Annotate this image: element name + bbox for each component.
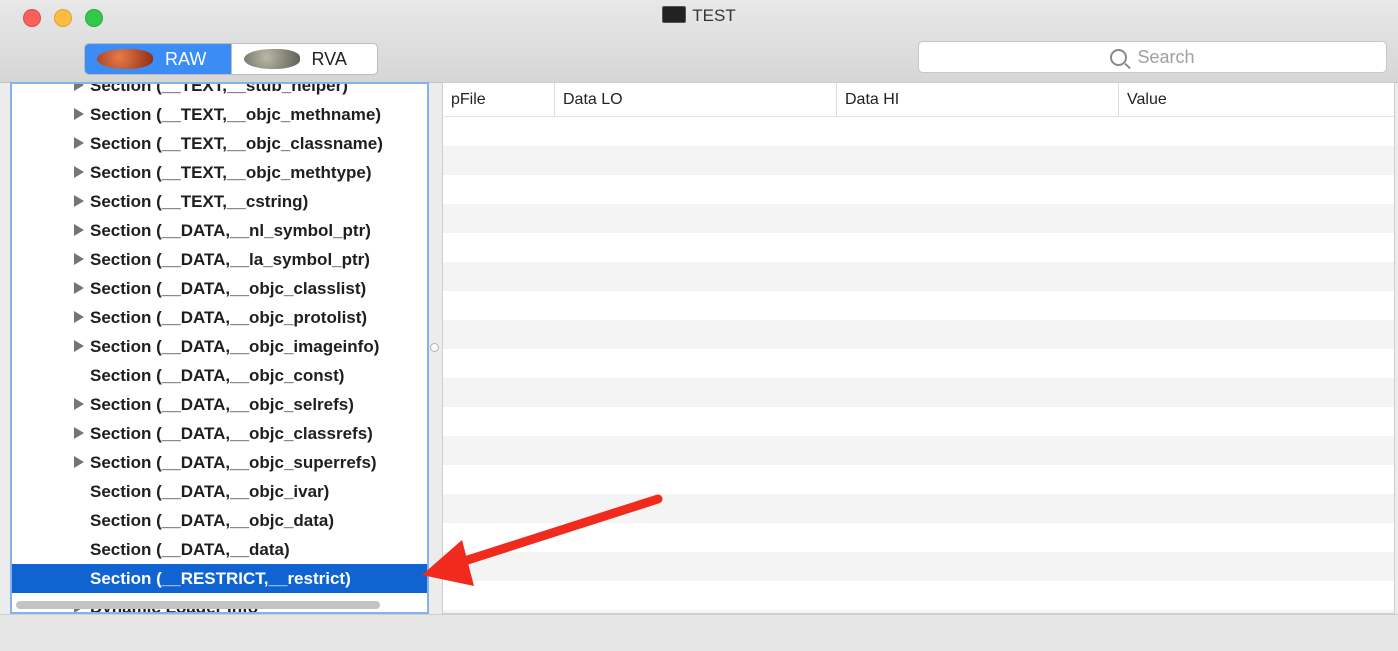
- tree-row-label: Section (__DATA,__objc_ivar): [90, 482, 330, 501]
- horizontal-scrollbar[interactable]: [16, 601, 380, 609]
- disclosure-triangle-icon[interactable]: [74, 398, 84, 410]
- table-row[interactable]: [443, 436, 1394, 465]
- table-row[interactable]: [443, 146, 1394, 175]
- app-window: TEST RAW RVA Search Section (__TEXT,__st…: [0, 0, 1398, 651]
- tree-row[interactable]: Section (__TEXT,__objc_methtype): [12, 158, 427, 187]
- tree-row[interactable]: Section (__DATA,__objc_classlist): [12, 274, 427, 303]
- search-placeholder: Search: [1137, 46, 1195, 67]
- column-header-data-hi[interactable]: Data HI: [836, 83, 1118, 116]
- tree-row-selected[interactable]: Section (__RESTRICT,__restrict): [12, 564, 427, 593]
- tree-row-label: Section (__DATA,__objc_protolist): [90, 308, 368, 327]
- tree-row-label: Section (__DATA,__objc_data): [90, 511, 335, 530]
- tree-row-label: Section (__DATA,__objc_selrefs): [90, 395, 354, 414]
- window-title-text: TEST: [692, 6, 736, 25]
- table-row[interactable]: [443, 494, 1394, 523]
- tree-row[interactable]: Section (__DATA,__objc_superrefs): [12, 448, 427, 477]
- tree-row[interactable]: Section (__DATA,__data): [12, 535, 427, 564]
- table-row[interactable]: [443, 552, 1394, 581]
- tree-row[interactable]: Section (__DATA,__objc_classrefs): [12, 419, 427, 448]
- disclosure-triangle-icon[interactable]: [74, 427, 84, 439]
- disclosure-triangle-icon[interactable]: [74, 166, 84, 178]
- tree-row[interactable]: Section (__DATA,__objc_data): [12, 506, 427, 535]
- disclosure-triangle-icon[interactable]: [74, 137, 84, 149]
- tree-row[interactable]: Section (__DATA,__objc_protolist): [12, 303, 427, 332]
- table-row[interactable]: [443, 320, 1394, 349]
- tree-row-label: Section (__TEXT,__objc_methtype): [90, 163, 372, 182]
- disclosure-triangle-icon[interactable]: [74, 108, 84, 120]
- terminal-icon: [662, 6, 687, 23]
- tree-row-label: Section (__DATA,__objc_const): [90, 366, 345, 385]
- tree-row[interactable]: Section (__TEXT,__cstring): [12, 187, 427, 216]
- search-icon: [1110, 48, 1128, 66]
- tree-row-label: Section (__TEXT,__objc_methname): [90, 105, 381, 124]
- rva-mode-icon: [240, 47, 306, 71]
- tree-row-label: Section (__DATA,__objc_superrefs): [90, 453, 377, 472]
- tree-row[interactable]: Section (__TEXT,__stub_helper): [12, 82, 427, 100]
- raw-mode-button[interactable]: RAW: [85, 44, 231, 74]
- split-view-handle[interactable]: [430, 343, 439, 352]
- status-bar: [0, 614, 1398, 651]
- tree-row-label: Section (__DATA,__objc_imageinfo): [90, 337, 380, 356]
- tree-row[interactable]: Section (__DATA,__la_symbol_ptr): [12, 245, 427, 274]
- tree-row-label: Section (__TEXT,__cstring): [90, 192, 309, 211]
- rva-mode-button[interactable]: RVA: [230, 44, 378, 74]
- tree-row-label: Section (__DATA,__nl_symbol_ptr): [90, 221, 371, 240]
- tree-row-label: Section (__DATA,__la_symbol_ptr): [90, 250, 370, 269]
- table-row[interactable]: [443, 262, 1394, 291]
- tree-row[interactable]: Section (__DATA,__objc_const): [12, 361, 427, 390]
- tree-row-label: Section (__DATA,__objc_classlist): [90, 279, 367, 298]
- table-row[interactable]: [443, 378, 1394, 407]
- disclosure-triangle-icon[interactable]: [74, 224, 84, 236]
- disclosure-triangle-icon[interactable]: [74, 456, 84, 468]
- disclosure-triangle-icon[interactable]: [74, 311, 84, 323]
- data-table: pFile Data LO Data HI Value: [442, 82, 1395, 614]
- column-header-pfile[interactable]: pFile: [443, 83, 554, 116]
- tree-row[interactable]: Section (__TEXT,__objc_classname): [12, 129, 427, 158]
- tree-row-label: Section (__TEXT,__objc_classname): [90, 134, 383, 153]
- tree-row-label: Section (__DATA,__objc_classrefs): [90, 424, 373, 443]
- tree-row[interactable]: Section (__DATA,__objc_imageinfo): [12, 332, 427, 361]
- disclosure-triangle-icon[interactable]: [74, 282, 84, 294]
- disclosure-triangle-icon[interactable]: [74, 84, 84, 91]
- raw-mode-label: RAW: [165, 48, 207, 69]
- tree-row-label: Section (__TEXT,__stub_helper): [90, 82, 348, 95]
- disclosure-triangle-icon[interactable]: [74, 195, 84, 207]
- mode-segmented-control: RAW RVA: [84, 43, 378, 75]
- tree-row[interactable]: Section (__DATA,__objc_selrefs): [12, 390, 427, 419]
- rva-mode-label: RVA: [311, 48, 347, 69]
- tree-row[interactable]: Section (__TEXT,__objc_methname): [12, 100, 427, 129]
- title-bar: TEST RAW RVA Search: [0, 0, 1398, 83]
- disclosure-triangle-icon[interactable]: [74, 340, 84, 352]
- tree-row-label: Section (__DATA,__data): [90, 540, 290, 559]
- table-row[interactable]: [443, 204, 1394, 233]
- tree-row[interactable]: Section (__DATA,__objc_ivar): [12, 477, 427, 506]
- column-header-data-lo[interactable]: Data LO: [554, 83, 836, 116]
- search-field[interactable]: Search: [918, 41, 1387, 73]
- disclosure-triangle-icon[interactable]: [74, 253, 84, 265]
- window-title: TEST: [0, 6, 1398, 26]
- table-header: pFile Data LO Data HI Value: [443, 83, 1394, 117]
- column-header-value[interactable]: Value: [1118, 83, 1394, 116]
- raw-mode-icon: [93, 47, 159, 71]
- tree-row[interactable]: Section (__DATA,__nl_symbol_ptr): [12, 216, 427, 245]
- section-tree[interactable]: Section (__TEXT,__stub_helper) Section (_…: [10, 82, 429, 614]
- tree-row-label: Section (__RESTRICT,__restrict): [90, 569, 351, 588]
